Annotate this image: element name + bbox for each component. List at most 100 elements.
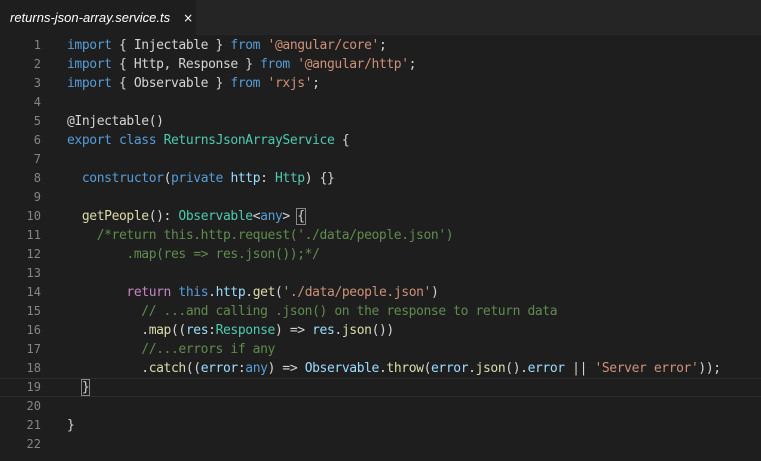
line-number: 4 <box>33 95 41 109</box>
code-token: ) <box>431 285 439 300</box>
code-token: http <box>230 171 261 186</box>
code-token: throw <box>386 361 424 376</box>
code-token: } <box>67 418 75 433</box>
code-token: from <box>260 57 290 72</box>
code-line[interactable]: 8 constructor(private http: Http) {} <box>0 169 761 188</box>
code-text: /*return this.http.request('./data/peopl… <box>67 226 454 245</box>
code-token: Response <box>215 323 276 338</box>
code-line[interactable]: 16 .map((res:Response) => res.json()) <box>0 321 761 340</box>
line-number: 22 <box>26 437 41 451</box>
code-line[interactable]: 1 import { Injectable } from '@angular/co… <box>0 36 761 55</box>
tab-title: returns-json-array.service.ts <box>10 10 171 25</box>
code-token: ReturnsJsonArrayService <box>163 133 335 148</box>
matched-bracket: { <box>296 208 306 225</box>
line-number: 14 <box>26 285 41 299</box>
code-line[interactable]: 4 <box>0 93 761 112</box>
code-token: catch <box>148 361 187 376</box>
code-token: //...errors if any <box>67 342 275 357</box>
code-token: . <box>334 323 342 338</box>
code-token: { Observable } <box>111 76 231 91</box>
code-line[interactable]: 17 //...errors if any <box>0 340 761 359</box>
code-token: /*return this.http.request('./data/peopl… <box>67 228 454 243</box>
code-token: Observable <box>178 209 253 224</box>
code-token: (): <box>148 209 179 224</box>
code-token: this <box>178 285 209 300</box>
code-token: // ...and calling .json() on the respons… <box>67 304 558 319</box>
code-text: .map((res:Response) => res.json()) <box>67 321 394 340</box>
code-token: class <box>119 133 157 148</box>
line-number: 7 <box>33 152 41 166</box>
code-token: )); <box>698 361 721 376</box>
code-token: './data/people.json' <box>282 285 431 300</box>
code-line[interactable]: 2 import { Http, Response } from '@angula… <box>0 55 761 74</box>
line-number: 20 <box>26 399 41 413</box>
code-token: private <box>171 171 223 186</box>
code-token: { Http, Response } <box>111 57 261 72</box>
code-token: { Injectable } <box>111 38 231 53</box>
code-token: json <box>475 361 506 376</box>
code-line[interactable]: 10 getPeople(): Observable<any> { <box>0 207 761 226</box>
code-token: ( <box>423 361 432 376</box>
code-token: ()) <box>371 323 395 338</box>
code-token: > <box>282 209 298 224</box>
code-line[interactable]: 3 import { Observable } from 'rxjs'; <box>0 74 761 93</box>
code-token: map <box>148 323 172 338</box>
code-editor[interactable]: 1 import { Injectable } from '@angular/co… <box>0 35 761 461</box>
code-token: import <box>67 57 112 72</box>
code-line[interactable]: 15 // ...and calling .json() on the resp… <box>0 302 761 321</box>
close-icon[interactable]: × <box>183 11 193 25</box>
code-token: import <box>67 76 112 91</box>
line-number: 17 <box>26 342 41 356</box>
line-number: 6 <box>33 133 41 147</box>
code-line[interactable]: 7 <box>0 150 761 169</box>
code-text: .map(res => res.json());*/ <box>67 245 320 264</box>
code-text: @Injectable() <box>67 112 164 131</box>
code-text: } <box>67 416 75 435</box>
line-number: 5 <box>33 114 41 128</box>
code-text: getPeople(): Observable<any> { <box>67 207 306 226</box>
code-token: : <box>208 323 216 338</box>
code-token: || <box>564 361 595 376</box>
code-line[interactable]: 21} <box>0 416 761 435</box>
code-token: export <box>67 133 112 148</box>
code-line[interactable]: 20 <box>0 397 761 416</box>
code-line[interactable]: 22 <box>0 435 761 454</box>
line-number: 12 <box>26 247 41 261</box>
line-number: 8 <box>33 171 41 185</box>
code-token: .map(res => res.json());*/ <box>67 247 320 262</box>
editor-tab[interactable]: returns-json-array.service.ts × <box>0 0 197 35</box>
code-token: . <box>208 285 216 300</box>
line-number: 19 <box>26 380 41 394</box>
code-token: ) => <box>274 323 313 338</box>
code-line[interactable]: 13 <box>0 264 761 283</box>
code-line[interactable]: 18 .catch((error:any) => Observable.thro… <box>0 359 761 378</box>
code-token: ( <box>163 171 172 186</box>
code-line[interactable]: 19 } <box>0 378 761 397</box>
code-token: @Injectable() <box>67 114 164 129</box>
code-token: import <box>67 38 112 53</box>
code-text: // ...and calling .json() on the respons… <box>67 302 557 321</box>
code-token: ; <box>408 57 417 72</box>
code-line[interactable]: 9 <box>0 188 761 207</box>
code-token: . <box>245 285 253 300</box>
code-token: 'rxjs' <box>267 76 313 91</box>
line-number: 2 <box>33 57 41 71</box>
code-token: any <box>260 209 283 224</box>
code-line[interactable]: 6 export class ReturnsJsonArrayService { <box>0 131 761 150</box>
code-line[interactable]: 5 @Injectable() <box>0 112 761 131</box>
code-token: 'Server error' <box>594 361 699 376</box>
code-line[interactable]: 14 return this.http.get('./data/people.j… <box>0 283 761 302</box>
code-token: return <box>126 285 171 300</box>
code-token: (). <box>505 361 528 376</box>
code-line[interactable]: 11 /*return this.http.request('./data/pe… <box>0 226 761 245</box>
code-token: . <box>67 323 149 338</box>
code-token: '@angular/http' <box>297 57 409 72</box>
code-line[interactable]: 12 .map(res => res.json());*/ <box>0 245 761 264</box>
code-token: . <box>468 361 476 376</box>
code-token: error <box>527 361 566 376</box>
